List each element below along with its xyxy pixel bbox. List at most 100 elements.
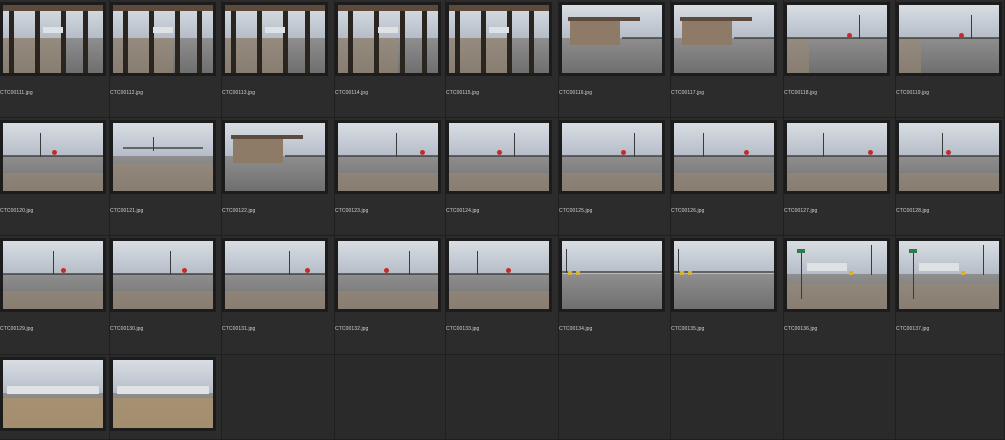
thumbnail-frame[interactable] (446, 120, 552, 194)
stop-sign (946, 150, 951, 155)
thumbnail-cell[interactable]: CTC00118.jpg (784, 0, 896, 118)
thumbnail-image[interactable] (449, 123, 549, 191)
thumbnail-frame[interactable] (110, 2, 216, 76)
dirt-area (338, 291, 438, 309)
thumbnail-image[interactable] (562, 241, 662, 309)
thumbnail-image[interactable] (338, 123, 438, 191)
thumbnail-cell[interactable]: CTC00126.jpg (671, 118, 784, 236)
thumbnail-frame[interactable] (222, 238, 328, 312)
fence (899, 155, 999, 157)
thumbnail-cell[interactable]: CTC00128.jpg (896, 118, 1005, 236)
thumbnail-cell[interactable]: CTC00137.jpg (896, 236, 1005, 355)
thumbnail-cell[interactable]: CTC00120.jpg (0, 118, 110, 236)
thumbnail-frame[interactable] (0, 357, 106, 431)
stop-sign (868, 150, 873, 155)
thumbnail-cell[interactable]: CTC00133.jpg (446, 236, 559, 355)
thumbnail-frame[interactable] (896, 120, 1002, 194)
thumbnail-image[interactable] (562, 5, 662, 73)
thumbnail-image[interactable] (787, 5, 887, 73)
thumbnail-image[interactable] (113, 123, 213, 191)
thumbnail-frame[interactable] (0, 238, 106, 312)
fence (674, 155, 774, 157)
thumbnail-frame[interactable] (896, 2, 1002, 76)
thumbnail-frame[interactable] (671, 2, 777, 76)
thumbnail-cell[interactable]: CTC00116.jpg (559, 0, 671, 118)
fence (622, 37, 662, 39)
thumbnail-frame[interactable] (222, 2, 328, 76)
thumbnail-frame[interactable] (222, 120, 328, 194)
thumbnail-cell[interactable]: CTC00122.jpg (222, 118, 335, 236)
thumbnail-grid: CTC00111.jpg CTC00112.jpg CTC00113.jpg CTC0… (0, 0, 1005, 440)
thumbnail-image[interactable] (113, 360, 213, 428)
thumbnail-cell[interactable] (110, 355, 222, 440)
thumbnail-frame[interactable] (446, 2, 552, 76)
thumbnail-image[interactable] (787, 123, 887, 191)
thumbnail-image[interactable] (449, 241, 549, 309)
street-sign (797, 249, 805, 253)
thumbnail-image[interactable] (674, 5, 774, 73)
thumbnail-frame[interactable] (110, 238, 216, 312)
thumbnail-image[interactable] (787, 241, 887, 309)
thumbnail-cell[interactable]: CTC00135.jpg (671, 236, 784, 355)
thumbnail-image[interactable] (225, 123, 325, 191)
thumbnail-image[interactable] (899, 5, 999, 73)
porch-post (35, 5, 40, 73)
thumbnail-cell[interactable] (0, 355, 110, 440)
thumbnail-cell[interactable]: CTC00127.jpg (784, 118, 896, 236)
thumbnail-cell[interactable]: CTC00112.jpg (110, 0, 222, 118)
thumbnail-cell[interactable]: CTC00129.jpg (0, 236, 110, 355)
thumbnail-cell[interactable]: CTC00117.jpg (671, 0, 784, 118)
thumbnail-image[interactable] (562, 123, 662, 191)
thumbnail-cell[interactable]: CTC00132.jpg (335, 236, 446, 355)
fence (899, 37, 999, 39)
thumbnail-image[interactable] (113, 241, 213, 309)
thumbnail-frame[interactable] (559, 2, 665, 76)
thumbnail-frame[interactable] (896, 238, 1002, 312)
thumbnail-frame[interactable] (335, 120, 441, 194)
thumbnail-cell[interactable]: CTC00134.jpg (559, 236, 671, 355)
thumbnail-image[interactable] (674, 241, 774, 309)
thumbnail-image[interactable] (225, 5, 325, 73)
thumbnail-frame[interactable] (0, 2, 106, 76)
thumbnail-frame[interactable] (784, 120, 890, 194)
thumbnail-cell[interactable]: CTC00113.jpg (222, 0, 335, 118)
thumbnail-cell[interactable]: CTC00130.jpg (110, 236, 222, 355)
thumbnail-cell[interactable]: CTC00121.jpg (110, 118, 222, 236)
thumbnail-cell[interactable]: CTC00125.jpg (559, 118, 671, 236)
thumbnail-frame[interactable] (671, 120, 777, 194)
thumbnail-image[interactable] (338, 5, 438, 73)
thumbnail-frame[interactable] (784, 2, 890, 76)
thumbnail-frame[interactable] (446, 238, 552, 312)
thumbnail-filename: CTC00135.jpg (671, 326, 705, 332)
thumbnail-image[interactable] (225, 241, 325, 309)
thumbnail-cell[interactable]: CTC00111.jpg (0, 0, 110, 118)
thumbnail-frame[interactable] (110, 120, 216, 194)
thumbnail-cell[interactable]: CTC00123.jpg (335, 118, 446, 236)
thumbnail-image[interactable] (3, 241, 103, 309)
thumbnail-cell[interactable]: CTC00131.jpg (222, 236, 335, 355)
thumbnail-cell[interactable]: CTC00114.jpg (335, 0, 446, 118)
thumbnail-image[interactable] (899, 241, 999, 309)
thumbnail-image[interactable] (899, 123, 999, 191)
thumbnail-image[interactable] (674, 123, 774, 191)
thumbnail-image[interactable] (113, 5, 213, 73)
thumbnail-cell[interactable]: CTC00124.jpg (446, 118, 559, 236)
thumbnail-image[interactable] (3, 5, 103, 73)
distant-building (265, 27, 285, 33)
thumbnail-frame[interactable] (0, 120, 106, 194)
thumbnail-frame[interactable] (671, 238, 777, 312)
thumbnail-image[interactable] (338, 241, 438, 309)
thumbnail-frame[interactable] (335, 2, 441, 76)
porch-roof (449, 5, 549, 11)
thumbnail-cell[interactable]: CTC00136.jpg (784, 236, 896, 355)
thumbnail-frame[interactable] (559, 120, 665, 194)
thumbnail-frame[interactable] (110, 357, 216, 431)
thumbnail-image[interactable] (3, 123, 103, 191)
thumbnail-frame[interactable] (335, 238, 441, 312)
thumbnail-image[interactable] (3, 360, 103, 428)
thumbnail-frame[interactable] (559, 238, 665, 312)
thumbnail-frame[interactable] (784, 238, 890, 312)
thumbnail-image[interactable] (449, 5, 549, 73)
thumbnail-cell[interactable]: CTC00115.jpg (446, 0, 559, 118)
thumbnail-cell[interactable]: CTC00119.jpg (896, 0, 1005, 118)
